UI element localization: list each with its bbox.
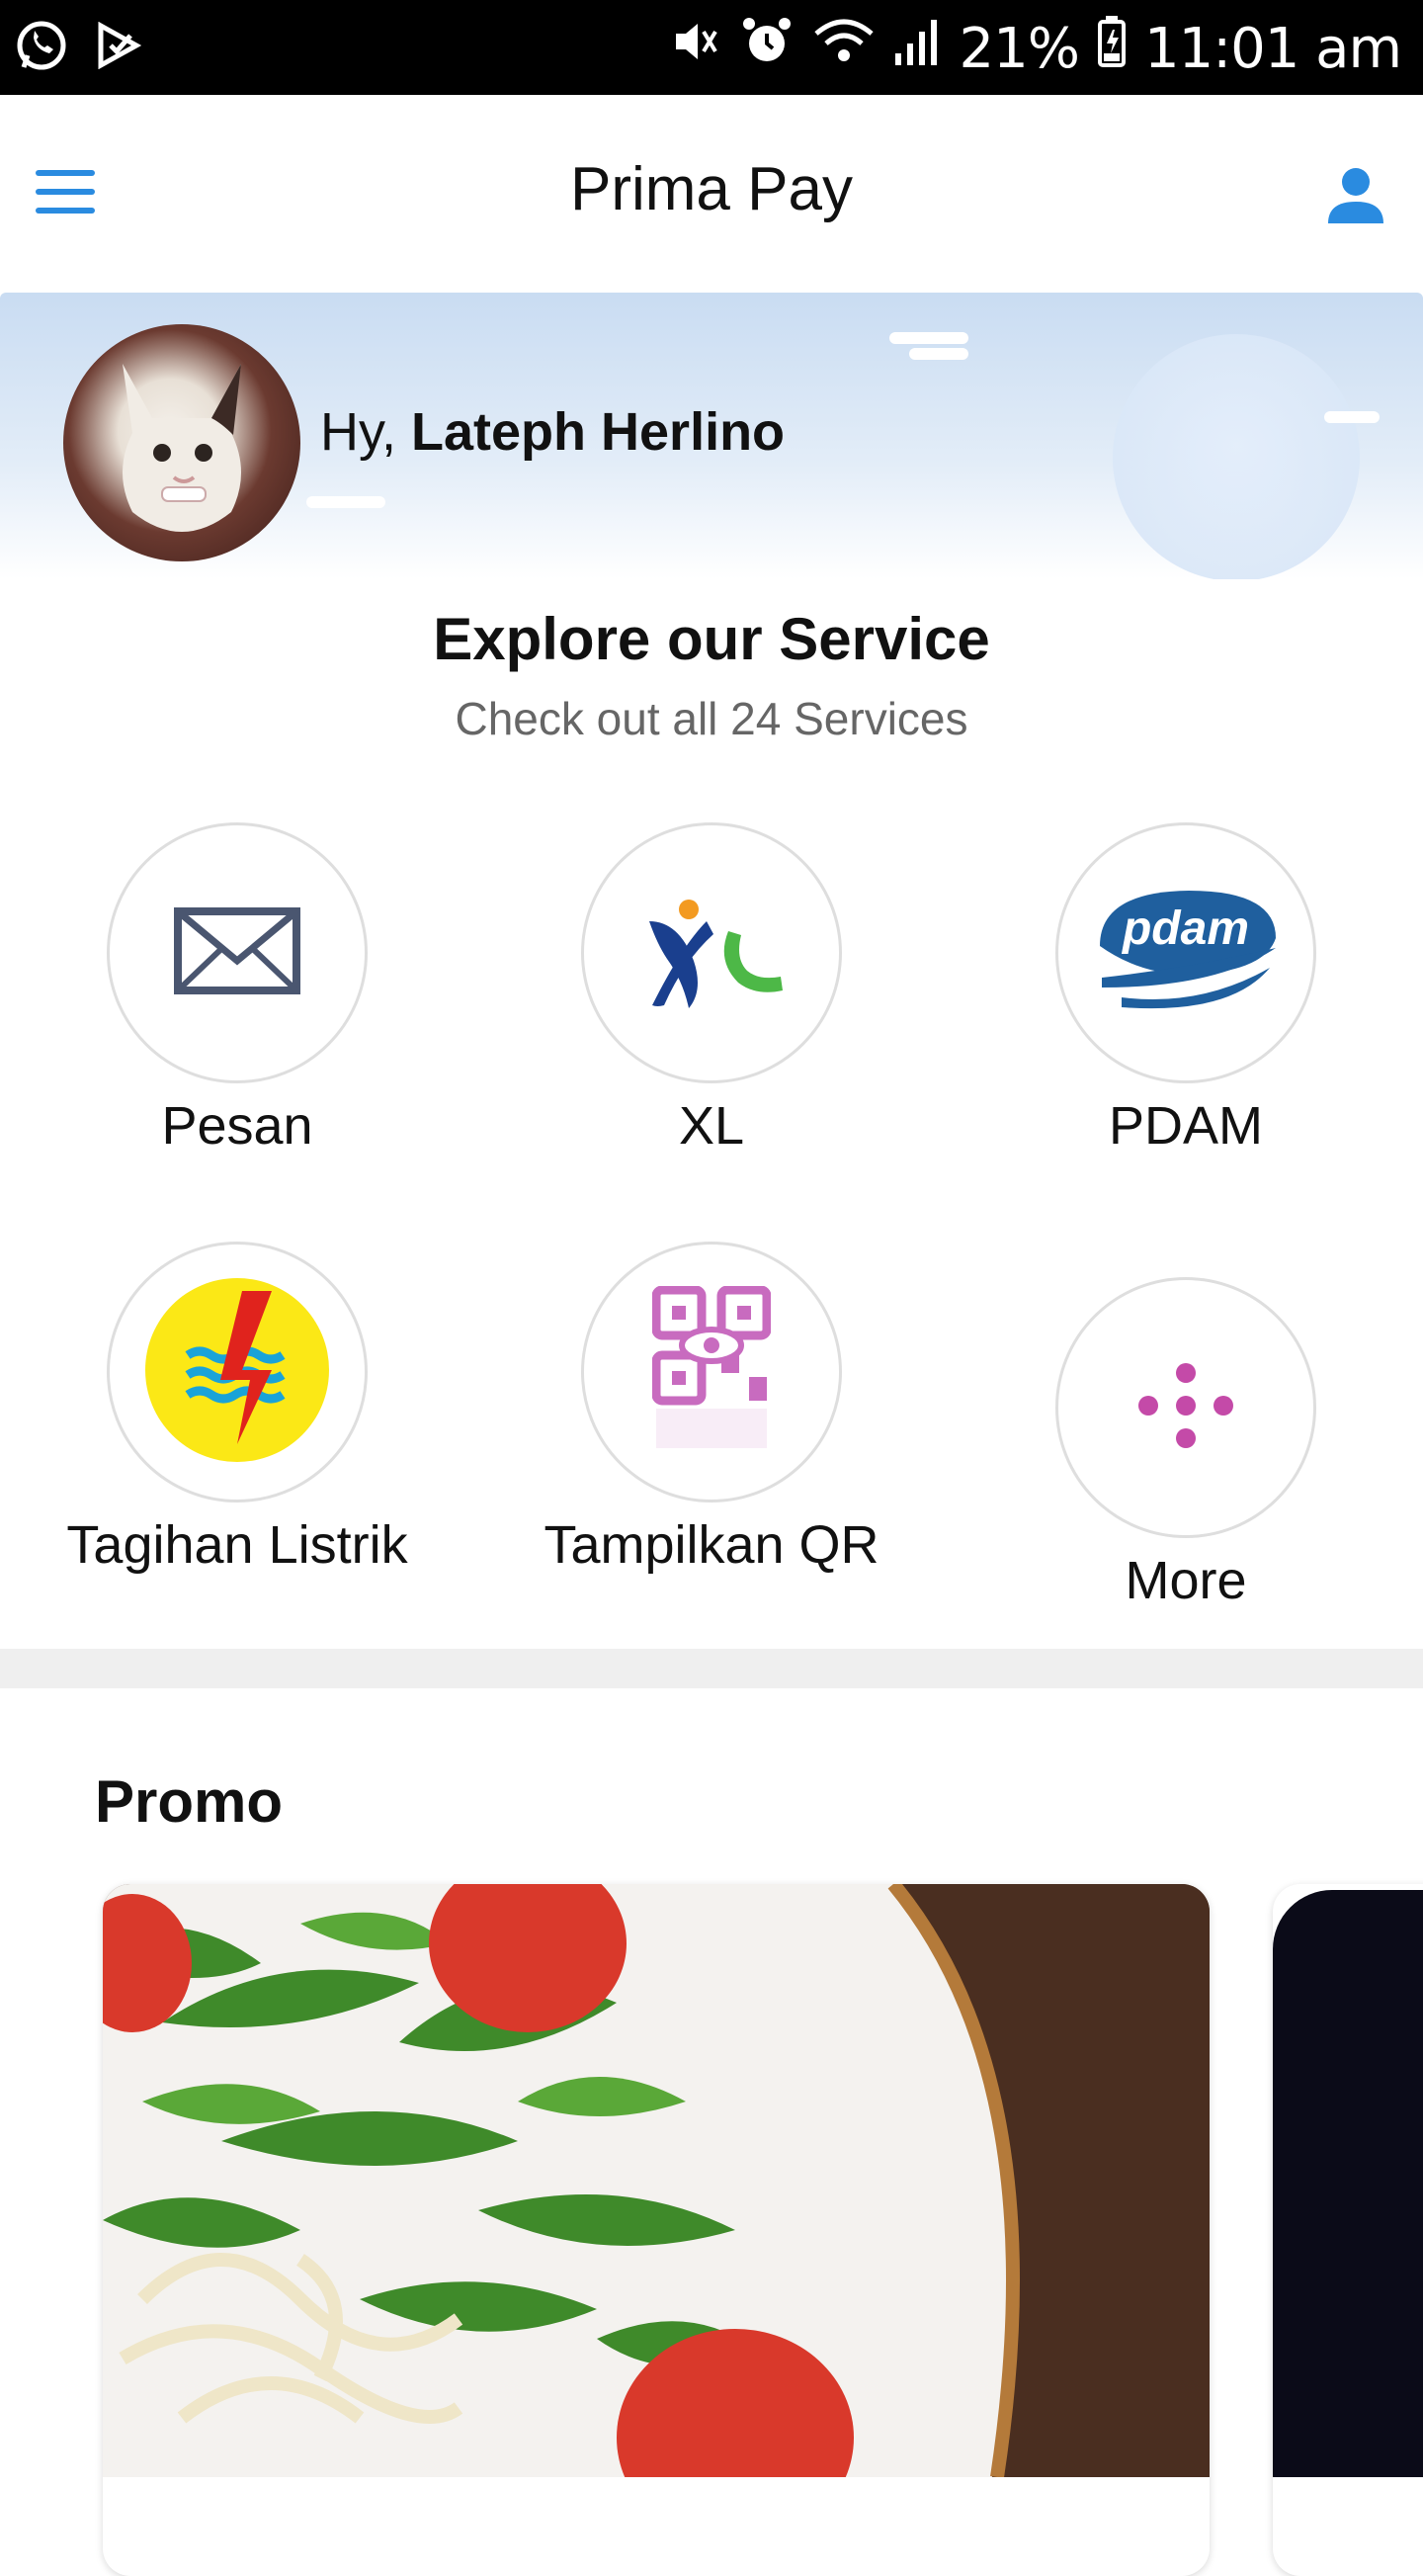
service-label: More <box>1125 1551 1247 1610</box>
mute-icon <box>666 14 721 83</box>
service-tagihan-listrik[interactable]: Tagihan Listrik <box>30 1242 445 1576</box>
status-bar: 21% 11:01 am <box>0 0 1423 95</box>
pln-logo-icon <box>143 1276 331 1469</box>
svg-text:pdam: pdam <box>1121 902 1249 955</box>
service-pdam[interactable]: pdam PDAM <box>978 822 1393 1157</box>
service-more[interactable]: More <box>978 1277 1393 1611</box>
pdam-logo-icon: pdam <box>1092 887 1280 1020</box>
service-icon-circle <box>1055 1277 1316 1538</box>
app-bar: Prima Pay <box>0 95 1423 293</box>
greeting-text: Hy, Lateph Herlino <box>320 401 785 463</box>
cloud-decoration <box>909 348 968 360</box>
service-label: Pesan <box>161 1096 313 1156</box>
greeting-prefix: Hy, <box>320 402 396 462</box>
whatsapp-icon <box>14 18 69 78</box>
service-label: XL <box>678 1096 745 1156</box>
promo-title: Promo <box>95 1768 284 1835</box>
promo-card[interactable] <box>1273 1884 1423 2576</box>
service-label: PDAM <box>1108 1096 1263 1156</box>
more-dots-icon <box>1136 1361 1235 1455</box>
service-icon-circle <box>581 822 842 1083</box>
service-icon-circle <box>581 1242 842 1503</box>
promo-card[interactable] <box>103 1884 1210 2576</box>
service-icon-circle: pdam <box>1055 822 1316 1083</box>
battery-icon <box>1097 14 1127 83</box>
signal-icon <box>893 14 941 83</box>
service-label: Tagihan Listrik <box>66 1515 408 1575</box>
service-icon-circle <box>107 1242 368 1503</box>
clock: 11:01 am <box>1143 16 1402 81</box>
section-divider <box>0 1649 1423 1688</box>
service-label: Tampilkan QR <box>544 1515 879 1575</box>
service-pesan[interactable]: Pesan <box>30 822 445 1157</box>
service-tampilkan-qr[interactable]: Tampilkan QR <box>504 1242 919 1576</box>
explore-title: Explore our Service <box>433 606 990 672</box>
profile-icon[interactable] <box>1324 164 1387 227</box>
alarm-icon <box>739 14 795 83</box>
avatar[interactable] <box>63 324 300 561</box>
xl-logo-icon <box>637 892 786 1015</box>
service-icon-circle <box>107 822 368 1083</box>
bubble-decoration <box>1113 334 1360 579</box>
wifi-icon <box>812 14 876 83</box>
promo-image <box>103 1884 1210 2477</box>
battery-percent: 21% <box>959 16 1079 81</box>
service-xl[interactable]: XL <box>504 822 919 1157</box>
user-name: Lateph Herlino <box>411 402 786 462</box>
promo-image <box>1273 1890 1423 2477</box>
envelope-icon <box>173 906 301 1000</box>
explore-subtitle: Check out all 24 Services <box>455 693 968 744</box>
cloud-decoration <box>889 332 968 344</box>
cloud-decoration <box>1324 411 1380 423</box>
qr-code-icon <box>651 1285 772 1459</box>
greeting-banner: Hy, Lateph Herlino <box>0 293 1423 579</box>
cloud-decoration <box>306 496 385 508</box>
app-title: Prima Pay <box>570 155 853 223</box>
play-store-icon <box>95 21 142 74</box>
